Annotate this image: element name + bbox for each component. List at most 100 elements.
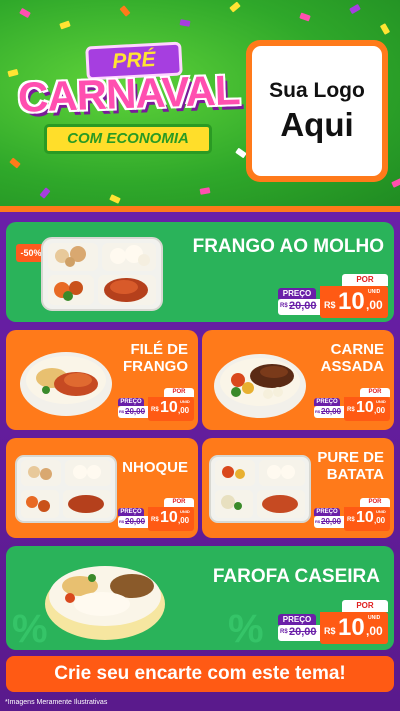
product-card-nhoque[interactable]: NHOQUE POR PREÇO R$ 20,00 R$ 10 ,00 UNID xyxy=(6,438,198,538)
confetti xyxy=(109,194,121,204)
confetti xyxy=(19,7,31,19)
logo-line1: Sua Logo xyxy=(269,79,365,102)
unit-label: UNID xyxy=(368,289,381,295)
product-title: CARNE ASSADA xyxy=(320,341,384,375)
footnote: *Imagens Meramente Ilustrativas xyxy=(5,699,108,706)
food-bowl-image xyxy=(214,354,306,418)
new-price-box: R$ 10 ,00 UNID xyxy=(320,612,388,644)
new-currency: R$ xyxy=(151,407,159,413)
product-title: FILÉ DE FRANGO xyxy=(123,341,188,375)
old-price-box: R$ 20,00 xyxy=(314,406,344,418)
old-price-box: R$ 20,00 xyxy=(118,516,148,528)
new-currency: R$ xyxy=(324,300,336,310)
new-price-int: 10 xyxy=(160,399,178,416)
new-price-box: R$ 10 ,00 UNID xyxy=(148,507,194,531)
confetti xyxy=(179,19,191,27)
old-price-box: R$ 20,00 xyxy=(278,299,320,315)
food-tray-image xyxy=(209,455,311,523)
por-label: POR xyxy=(164,498,194,507)
product-card-farofa-caseira[interactable]: % % FAROFA CASEIRA POR PREÇO R$ 20,00 R$… xyxy=(6,546,394,650)
por-label: POR xyxy=(164,388,194,397)
preco-label: PREÇO xyxy=(314,508,340,516)
price-tag: POR PREÇO R$ 20,00 R$ 10 ,00 UNID xyxy=(314,388,390,422)
por-label: POR xyxy=(360,388,390,397)
price-tag: POR PREÇO R$ 20,00 R$ 10 ,00 UNID xyxy=(118,388,194,422)
price-tag: POR PREÇO R$ 20,00 R$ 10 ,00 UNID xyxy=(314,498,390,532)
old-currency: R$ xyxy=(315,519,321,524)
new-price-int: 10 xyxy=(338,288,365,315)
new-currency: R$ xyxy=(347,407,355,413)
unit-label: UNID xyxy=(180,509,190,514)
unit-label: UNID xyxy=(376,509,386,514)
product-title: NHOQUE xyxy=(122,459,188,476)
product-title: FAROFA CASEIRA xyxy=(212,566,380,587)
preco-label: PREÇO xyxy=(278,288,316,299)
unit-label: UNID xyxy=(376,399,386,404)
old-price: 20,00 xyxy=(125,517,146,526)
carnaval-label: CARNAVAL xyxy=(17,66,241,121)
por-label: POR xyxy=(342,600,388,612)
old-currency: R$ xyxy=(280,629,288,635)
confetti xyxy=(59,20,71,30)
logo-placeholder[interactable]: Sua Logo Aqui xyxy=(246,40,388,182)
old-currency: R$ xyxy=(280,303,288,309)
new-price-dec: ,00 xyxy=(178,516,190,525)
pre-carnaval-logo: PRÉ CARNAVAL COM ECONOMIA xyxy=(16,36,241,186)
new-price-dec: ,00 xyxy=(374,406,386,415)
new-price-box: R$ 10 ,00 UNID xyxy=(344,507,390,531)
product-card-frango-ao-molho[interactable]: -50% FRANGO AO MOLHO POR PREÇO R$ 20,00 … xyxy=(6,222,394,322)
new-currency: R$ xyxy=(347,517,355,523)
confetti xyxy=(119,5,131,17)
old-currency: R$ xyxy=(119,409,125,414)
old-currency: R$ xyxy=(315,409,321,414)
food-bowl-image xyxy=(20,352,112,416)
new-currency: R$ xyxy=(324,626,336,636)
food-tray-image xyxy=(15,455,117,523)
new-price-int: 10 xyxy=(160,509,178,526)
product-card-carne-assada[interactable]: CARNE ASSADA POR PREÇO R$ 20,00 R$ 10 ,0… xyxy=(202,330,394,430)
old-price-box: R$ 20,00 xyxy=(314,516,344,528)
product-title: PURE DE BATATA xyxy=(317,449,384,483)
old-price: 20,00 xyxy=(125,407,146,416)
confetti xyxy=(299,12,311,22)
old-currency: R$ xyxy=(119,519,125,524)
food-bowl-image xyxy=(45,566,165,640)
svg-text:%: % xyxy=(228,607,264,650)
new-price-int: 10 xyxy=(356,509,374,526)
new-price-int: 10 xyxy=(356,399,374,416)
economia-banner: COM ECONOMIA xyxy=(44,124,212,154)
confetti xyxy=(391,178,400,188)
product-title: FRANGO AO MOLHO xyxy=(192,236,384,257)
new-price-dec: ,00 xyxy=(366,624,383,638)
old-price: 20,00 xyxy=(321,517,342,526)
old-price: 20,00 xyxy=(289,626,317,638)
unit-label: UNID xyxy=(368,615,381,621)
old-price-box: R$ 20,00 xyxy=(278,625,320,641)
new-price-dec: ,00 xyxy=(178,406,190,415)
preco-label: PREÇO xyxy=(314,398,340,406)
preco-label: PREÇO xyxy=(278,614,316,625)
por-label: POR xyxy=(360,498,390,507)
new-currency: R$ xyxy=(151,517,159,523)
new-price-box: R$ 10 ,00 UNID xyxy=(148,397,194,421)
logo-line2: Aqui xyxy=(280,106,354,143)
product-card-pure-de-batata[interactable]: PURE DE BATATA POR PREÇO R$ 20,00 R$ 10 … xyxy=(202,438,394,538)
price-tag: POR PREÇO R$ 20,00 R$ 10 ,00 UNID xyxy=(278,274,388,318)
old-price: 20,00 xyxy=(321,407,342,416)
confetti xyxy=(39,187,51,199)
confetti xyxy=(199,187,211,195)
unit-label: UNID xyxy=(180,399,190,404)
food-tray-image xyxy=(41,237,163,311)
confetti xyxy=(379,23,391,35)
new-price-int: 10 xyxy=(338,614,365,641)
old-price-box: R$ 20,00 xyxy=(118,406,148,418)
price-tag: POR PREÇO R$ 20,00 R$ 10 ,00 UNID xyxy=(278,600,388,644)
product-card-file-de-frango[interactable]: FILÉ DE FRANGO POR PREÇO R$ 20,00 R$ 10 … xyxy=(6,330,198,430)
cta-banner[interactable]: Crie seu encarte com este tema! xyxy=(6,656,394,692)
new-price-box: R$ 10 ,00 UNID xyxy=(320,286,388,318)
preco-label: PREÇO xyxy=(118,508,144,516)
confetti xyxy=(349,3,361,15)
new-price-dec: ,00 xyxy=(366,298,383,312)
header-banner: PRÉ CARNAVAL COM ECONOMIA Sua Logo Aqui xyxy=(0,0,400,212)
new-price-box: R$ 10 ,00 UNID xyxy=(344,397,390,421)
